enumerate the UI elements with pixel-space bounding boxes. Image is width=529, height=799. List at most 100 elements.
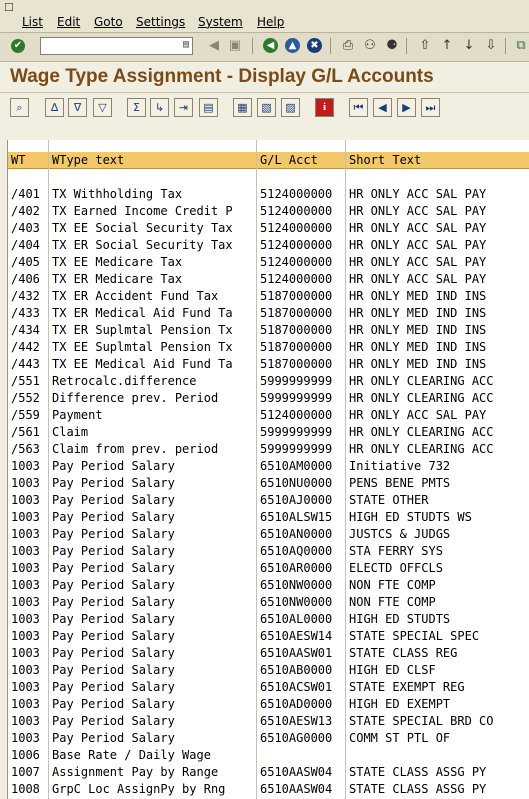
table-row[interactable]: /443 TX EE Medical Aid Fund Ta 5187000000 H… [8, 356, 529, 373]
table-row[interactable]: 1003 Pay Period Salary 6510AB0000 HIGH ED C… [8, 662, 529, 679]
cell-wage-type: /434 [11, 323, 40, 337]
cell-wage-type: 1008 [11, 782, 40, 796]
table-row[interactable]: 1003 Pay Period Salary 6510AASW01 STATE CLA… [8, 645, 529, 662]
table-row[interactable]: 1003 Pay Period Salary 6510AM0000 Initiativ… [8, 458, 529, 475]
column-header-wt[interactable]: WT [8, 152, 49, 169]
find-icon[interactable]: ⚇ [361, 37, 379, 55]
menu-system[interactable]: System [198, 15, 243, 29]
table-row[interactable]: 1003 Pay Period Salary 6510NU0000 PENS BENE… [8, 475, 529, 492]
cell-gl-account: 6510NW0000 [260, 595, 333, 609]
cell-wage-type: 1003 [11, 714, 40, 728]
cell-wtype-text: TX EE Social Security Tax [52, 221, 233, 235]
table-row[interactable]: 1003 Pay Period Salary 6510ACSW01 STATE EXE… [8, 679, 529, 696]
previous-record-icon[interactable]: ◀ [373, 98, 392, 117]
cell-gl-account: 5187000000 [260, 357, 333, 371]
cell-gl-account: 6510AASW04 [260, 765, 333, 779]
table-row[interactable]: /401 TX Withholding Tax 5124000000 HR ONLY … [8, 186, 529, 203]
save-icon[interactable]: ▣ [226, 37, 244, 55]
last-record-icon[interactable]: ⏭ [421, 98, 440, 117]
command-field[interactable]: ▤ [40, 37, 193, 55]
sort-descending-icon[interactable]: ∇ [68, 98, 87, 117]
exit-icon[interactable]: ▲ [285, 38, 300, 53]
first-record-icon[interactable]: ⏮ [349, 98, 368, 117]
change-layout-icon[interactable]: ▦ [233, 98, 252, 117]
create-session-icon[interactable]: ⧉ [512, 37, 529, 55]
cell-short-text: HR ONLY ACC SAL PAY [349, 187, 487, 201]
enter-check-icon[interactable]: ✔ [11, 39, 25, 53]
previous-page-icon[interactable]: ↑ [438, 37, 456, 55]
table-row[interactable]: /563 Claim from prev. period 5999999999 HR … [8, 441, 529, 458]
table-row[interactable]: /551 Retrocalc.difference 5999999999 HR ONL… [8, 373, 529, 390]
column-header-gl-acct[interactable]: G/L Acct [257, 152, 346, 169]
table-row[interactable]: 1003 Pay Period Salary 6510AESW14 STATE SPE… [8, 628, 529, 645]
print-icon[interactable]: ⎙ [339, 37, 357, 55]
select-layout-icon[interactable]: ▧ [257, 98, 276, 117]
table-row[interactable]: /442 TX EE Suplmtal Pension Tx 5187000000 H… [8, 339, 529, 356]
details-icon[interactable]: ⌕ [10, 98, 29, 117]
table-row[interactable]: 1003 Pay Period Salary 6510ALSW15 HIGH ED S… [8, 509, 529, 526]
table-row[interactable]: 1003 Pay Period Salary 6510AESW13 STATE SPE… [8, 713, 529, 730]
cell-gl-account: 6510AQ0000 [260, 544, 333, 558]
cell-short-text: HR ONLY CLEARING ACC [349, 374, 494, 388]
cell-short-text: HR ONLY ACC SAL PAY [349, 408, 487, 422]
table-row[interactable]: 1003 Pay Period Salary 6510NW0000 NON FTE C… [8, 577, 529, 594]
table-row[interactable]: /406 TX ER Medicare Tax 5124000000 HR ONLY … [8, 271, 529, 288]
table-row[interactable]: /434 TX ER Suplmtal Pension Tx 5187000000 H… [8, 322, 529, 339]
table-row[interactable]: /433 TX ER Medical Aid Fund Ta 5187000000 H… [8, 305, 529, 322]
last-page-icon[interactable]: ⇩ [482, 37, 500, 55]
total-icon[interactable]: Σ [127, 98, 146, 117]
cell-wtype-text: Pay Period Salary [52, 476, 175, 490]
cancel-icon[interactable]: ✖ [307, 38, 322, 53]
sort-ascending-icon[interactable]: ∆ [45, 98, 64, 117]
menu-help[interactable]: Help [257, 15, 284, 29]
table-row[interactable]: /561 Claim 5999999999 HR ONLY CLEARING ACC [8, 424, 529, 441]
cell-wtype-text: TX EE Medical Aid Fund Ta [52, 357, 233, 371]
table-row[interactable]: /559 Payment 5124000000 HR ONLY ACC SAL PAY [8, 407, 529, 424]
subtotal-icon[interactable]: ↳ [150, 98, 169, 117]
print-preview-icon[interactable]: ▤ [199, 98, 218, 117]
menu-goto[interactable]: Goto [94, 15, 123, 29]
table-row[interactable]: 1003 Pay Period Salary 6510AQ0000 STA FERRY… [8, 543, 529, 560]
triangle-left-icon[interactable]: ◀ [205, 37, 223, 55]
cell-short-text: HR ONLY CLEARING ACC [349, 442, 494, 456]
table-row[interactable]: 1007 Assignment Pay by Range 6510AASW04 STA… [8, 764, 529, 781]
table-row[interactable]: 1006 Base Rate / Daily Wage [8, 747, 529, 764]
table-row[interactable]: 1008 GrpC Loc AssignPy by Rng 6510AASW04 ST… [8, 781, 529, 798]
cell-short-text: HR ONLY CLEARING ACC [349, 391, 494, 405]
menu-edit[interactable]: Edit [57, 15, 80, 29]
toolbar-separator [330, 38, 331, 54]
cell-wage-type: /552 [11, 391, 40, 405]
table-row[interactable]: 1003 Pay Period Salary 6510NW0000 NON FTE C… [8, 594, 529, 611]
table-row[interactable]: /404 TX ER Social Security Tax 5124000000 H… [8, 237, 529, 254]
command-history-icon[interactable]: ▤ [183, 39, 189, 50]
table-row[interactable]: 1003 Pay Period Salary 6510AN0000 JUSTCS & … [8, 526, 529, 543]
menu-settings[interactable]: Settings [136, 15, 185, 29]
cell-wtype-text: Claim [52, 425, 89, 439]
system-menu-icon[interactable]: ☐ [4, 1, 14, 14]
table-row[interactable]: /405 TX EE Medicare Tax 5124000000 HR ONLY … [8, 254, 529, 271]
cell-wage-type: 1003 [11, 663, 40, 677]
cell-wage-type: /551 [11, 374, 40, 388]
menu-list[interactable]: List [22, 15, 43, 29]
next-record-icon[interactable]: ▶ [397, 98, 416, 117]
table-row[interactable]: 1003 Pay Period Salary 6510AD0000 HIGH ED E… [8, 696, 529, 713]
table-row[interactable]: /432 TX ER Accident Fund Tax 5187000000 HR … [8, 288, 529, 305]
table-row[interactable]: 1003 Pay Period Salary 6510AJ0000 STATE OTH… [8, 492, 529, 509]
filter-icon[interactable]: ▽ [93, 98, 112, 117]
save-layout-icon[interactable]: ▨ [281, 98, 300, 117]
next-page-icon[interactable]: ↓ [460, 37, 478, 55]
find-next-icon[interactable]: ⚈ [383, 37, 401, 55]
export-icon[interactable]: ⇥ [174, 98, 193, 117]
table-row[interactable]: 1003 Pay Period Salary 6510AL0000 HIGH ED S… [8, 611, 529, 628]
cell-wtype-text: Base Rate / Daily Wage [52, 748, 211, 762]
column-header-wtype-text[interactable]: WType text [49, 152, 257, 169]
first-page-icon[interactable]: ⇧ [416, 37, 434, 55]
table-row[interactable]: 1003 Pay Period Salary 6510AG0000 COMM ST P… [8, 730, 529, 747]
information-icon[interactable]: i [315, 98, 334, 117]
column-header-short-text[interactable]: Short Text [346, 152, 529, 169]
table-row[interactable]: /402 TX Earned Income Credit P 5124000000 H… [8, 203, 529, 220]
table-row[interactable]: 1003 Pay Period Salary 6510AR0000 ELECTD OF… [8, 560, 529, 577]
back-icon[interactable]: ◀ [263, 38, 278, 53]
table-row[interactable]: /403 TX EE Social Security Tax 5124000000 H… [8, 220, 529, 237]
table-row[interactable]: /552 Difference prev. Period 5999999999 HR … [8, 390, 529, 407]
